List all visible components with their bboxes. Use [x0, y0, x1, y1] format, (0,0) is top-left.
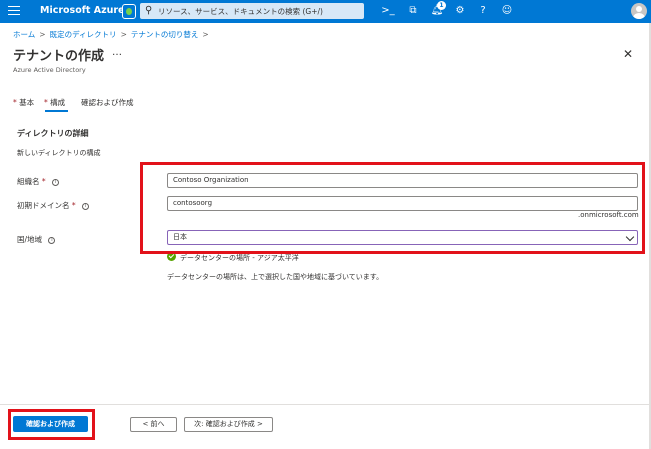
- close-icon[interactable]: ✕: [623, 47, 633, 61]
- page-title: テナントの作成: [13, 49, 105, 64]
- country-label: 国/地域 i: [17, 234, 56, 245]
- tab-label: 基本: [19, 98, 35, 107]
- copilot-icon[interactable]: [122, 4, 136, 19]
- avatar[interactable]: [631, 3, 647, 19]
- breadcrumb-separator: >: [120, 30, 127, 39]
- notification-badge: 1: [437, 1, 446, 10]
- tab-basics[interactable]: * 基本: [13, 97, 34, 108]
- info-icon[interactable]: i: [82, 202, 90, 210]
- tab-review-create[interactable]: 確認および作成: [81, 97, 134, 108]
- datacenter-location: データセンターの場所 - アジア太平洋: [180, 254, 299, 262]
- field-label-text: 初期ドメイン名: [17, 201, 70, 210]
- footer-divider: [0, 404, 651, 405]
- initial-domain-label: 初期ドメイン名 * i: [17, 200, 90, 211]
- active-tab-indicator: [45, 110, 68, 112]
- datacenter-note: データセンターの場所は、上で選択した国や地域に基づいています。: [167, 273, 384, 281]
- menu-icon[interactable]: [8, 6, 20, 17]
- breadcrumb-default-directory[interactable]: 既定のディレクトリ: [50, 30, 117, 39]
- brand-title[interactable]: Microsoft Azure: [40, 5, 125, 16]
- tab-label: 確認および作成: [81, 98, 134, 107]
- settings-icon[interactable]: ⚙: [453, 4, 467, 18]
- search-icon: ⚲: [145, 5, 153, 16]
- breadcrumb-separator: >: [202, 30, 209, 39]
- field-label-text: 組織名: [17, 177, 40, 186]
- section-title: ディレクトリの詳細: [17, 129, 89, 138]
- info-icon[interactable]: i: [48, 236, 56, 244]
- breadcrumb-separator: >: [39, 30, 46, 39]
- required-mark: *: [41, 177, 46, 186]
- previous-button[interactable]: < 前へ: [130, 417, 177, 432]
- org-name-label: 組織名 * i: [17, 176, 60, 187]
- page-subtitle: Azure Active Directory: [13, 66, 86, 74]
- breadcrumb: ホーム > 既定のディレクトリ > テナントの切り替え >: [13, 29, 213, 40]
- tab-configuration[interactable]: * 構成: [44, 97, 65, 108]
- more-icon[interactable]: …: [112, 47, 122, 58]
- field-label-text: 国/地域: [17, 235, 43, 244]
- search-placeholder: リソース、サービス、ドキュメントの検索 (G+/): [158, 7, 323, 16]
- search-input[interactable]: ⚲ リソース、サービス、ドキュメントの検索 (G+/): [140, 3, 364, 19]
- info-icon[interactable]: i: [52, 178, 60, 186]
- breadcrumb-home[interactable]: ホーム: [13, 30, 35, 39]
- help-icon[interactable]: ?: [476, 4, 490, 18]
- top-bar: Microsoft Azure ⚲ リソース、サービス、ドキュメントの検索 (G…: [0, 0, 651, 23]
- next-button[interactable]: 次: 確認および作成 >: [184, 417, 273, 432]
- feedback-icon[interactable]: ☺: [500, 4, 514, 18]
- breadcrumb-switch-tenant[interactable]: テナントの切り替え: [131, 30, 199, 39]
- tab-label: 構成: [50, 98, 66, 107]
- review-create-button[interactable]: 確認および作成: [13, 416, 88, 432]
- section-description: 新しいディレクトリの構成: [17, 149, 101, 157]
- highlight-form-fields: [140, 162, 645, 254]
- required-mark: *: [71, 201, 76, 210]
- directory-filter-icon[interactable]: ⧉: [406, 4, 420, 18]
- notifications-icon[interactable]: 🔔︎ 1: [430, 1, 446, 18]
- cloud-shell-icon[interactable]: >_: [381, 4, 395, 18]
